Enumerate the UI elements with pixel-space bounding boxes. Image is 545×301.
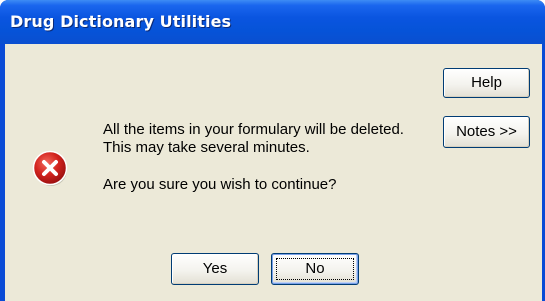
yes-button[interactable]: Yes (171, 253, 259, 285)
no-button[interactable]: No (271, 253, 359, 285)
help-button[interactable]: Help (443, 68, 530, 98)
notes-button[interactable]: Notes >> (443, 116, 530, 148)
no-button-label: No (305, 260, 325, 277)
confirm-question: Are you sure you wish to continue? (103, 176, 337, 193)
window-title: Drug Dictionary Utilities (10, 12, 232, 31)
dialog-window: Drug Dictionary Utilities Help Notes >> … (0, 0, 545, 301)
message-line-2: This may take several minutes. (103, 139, 310, 156)
error-icon (32, 150, 68, 186)
message-line-1: All the items in your formulary will be … (103, 121, 404, 138)
title-bar[interactable]: Drug Dictionary Utilities (0, 0, 545, 44)
